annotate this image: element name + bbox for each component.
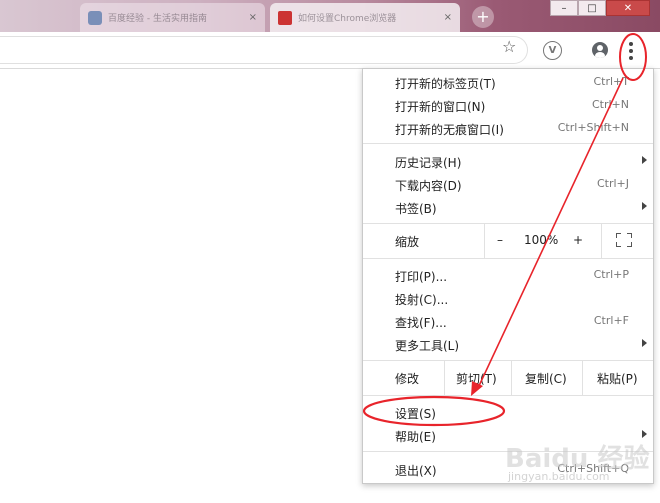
vertical-dots-menu-icon[interactable] xyxy=(626,41,636,61)
menu-item-shortcut: Ctrl+N xyxy=(591,98,629,111)
cut-button[interactable]: 剪切(T) xyxy=(444,361,511,395)
tab-title: 如何设置Chrome浏览器 xyxy=(298,14,397,24)
submenu-arrow-icon xyxy=(642,202,647,210)
menu-item-label: 打开新的窗口(N) xyxy=(395,100,486,114)
menu-item-label: 退出(X) xyxy=(395,464,437,478)
menu-item-shortcut: Ctrl+F xyxy=(593,314,629,327)
tab-close-icon[interactable]: × xyxy=(249,12,257,23)
menu-item-shortcut: Ctrl+Shift+N xyxy=(557,121,629,134)
menu-item-label: 下载内容(D) xyxy=(395,179,462,193)
edit-label: 修改 xyxy=(395,372,420,386)
edit-row: 修改 剪切(T) 复制(C) 粘贴(P) xyxy=(363,361,653,395)
maximize-button[interactable]: □ xyxy=(578,0,606,16)
close-window-button[interactable]: ✕ xyxy=(606,0,650,16)
zoom-level: 100% xyxy=(524,233,559,247)
menu-item-print[interactable]: 打印(P)... Ctrl+P xyxy=(363,264,653,287)
menu-item-more-tools[interactable]: 更多工具(L) xyxy=(363,333,653,356)
menu-item-cast[interactable]: 投射(C)... xyxy=(363,287,653,310)
site-favicon-icon xyxy=(278,10,292,25)
menu-item-label: 打开新的标签页(T) xyxy=(395,77,496,91)
zoom-label: 缩放 xyxy=(395,235,420,249)
menu-item-new-window[interactable]: 打开新的窗口(N) Ctrl+N xyxy=(363,94,653,117)
tab-close-icon[interactable]: × xyxy=(444,12,452,23)
paste-button[interactable]: 粘贴(P) xyxy=(582,361,654,395)
browser-tab[interactable]: 百度经验 - 生活实用指南 × xyxy=(80,3,265,32)
copy-label: 复制(C) xyxy=(525,372,567,386)
menu-item-settings[interactable]: 设置(S) xyxy=(363,401,653,424)
menu-item-label: 设置(S) xyxy=(395,407,436,421)
browser-toolbar: ☆ V xyxy=(0,32,660,69)
bookmark-star-icon[interactable]: ☆ xyxy=(502,37,516,56)
address-bar[interactable] xyxy=(0,36,528,64)
zoom-in-button[interactable]: + xyxy=(573,233,583,247)
menu-divider xyxy=(363,258,653,259)
menu-item-shortcut: Ctrl+T xyxy=(593,75,629,88)
menu-item-bookmarks[interactable]: 书签(B) xyxy=(363,196,653,219)
site-favicon-icon xyxy=(88,10,102,25)
menu-item-label: 书签(B) xyxy=(395,202,437,216)
menu-divider xyxy=(363,143,653,144)
minimize-button[interactable]: – xyxy=(550,0,578,16)
chrome-main-menu: 打开新的标签页(T) Ctrl+T 打开新的窗口(N) Ctrl+N 打开新的无… xyxy=(362,68,654,484)
menu-item-shortcut: Ctrl+J xyxy=(596,177,629,190)
menu-item-label: 打开新的无痕窗口(I) xyxy=(395,123,504,137)
menu-item-downloads[interactable]: 下载内容(D) Ctrl+J xyxy=(363,173,653,196)
menu-item-history[interactable]: 历史记录(H) xyxy=(363,150,653,173)
paste-label: 粘贴(P) xyxy=(597,372,638,386)
zoom-out-button[interactable]: – xyxy=(497,233,503,247)
cut-label: 剪切(T) xyxy=(456,372,497,386)
new-tab-button[interactable]: + xyxy=(472,6,494,28)
menu-item-new-tab[interactable]: 打开新的标签页(T) Ctrl+T xyxy=(363,71,653,94)
fullscreen-icon[interactable] xyxy=(616,233,632,247)
zoom-row: 缩放 – 100% + xyxy=(363,224,653,258)
submenu-arrow-icon xyxy=(642,430,647,438)
menu-item-find[interactable]: 查找(F)... Ctrl+F xyxy=(363,310,653,333)
menu-item-incognito[interactable]: 打开新的无痕窗口(I) Ctrl+Shift+N xyxy=(363,117,653,140)
menu-item-label: 投射(C)... xyxy=(395,293,449,307)
menu-item-shortcut: Ctrl+P xyxy=(593,268,629,281)
window-titlebar: 百度经验 - 生活实用指南 × 如何设置Chrome浏览器 × + – □ ✕ xyxy=(0,0,660,32)
extension-icon[interactable]: V xyxy=(543,41,562,60)
menu-item-label: 查找(F)... xyxy=(395,316,447,330)
account-icon[interactable] xyxy=(592,42,608,58)
menu-item-label: 帮助(E) xyxy=(395,430,436,444)
tab-title: 百度经验 - 生活实用指南 xyxy=(108,14,207,24)
menu-item-label: 更多工具(L) xyxy=(395,339,460,353)
baidu-watermark-url: jingyan.baidu.com xyxy=(508,470,610,483)
copy-button[interactable]: 复制(C) xyxy=(511,361,582,395)
menu-item-label: 打印(P)... xyxy=(395,270,448,284)
submenu-arrow-icon xyxy=(642,156,647,164)
menu-divider xyxy=(363,395,653,396)
menu-item-label: 历史记录(H) xyxy=(395,156,462,170)
submenu-arrow-icon xyxy=(642,339,647,347)
browser-tab-active[interactable]: 如何设置Chrome浏览器 × xyxy=(270,3,460,32)
